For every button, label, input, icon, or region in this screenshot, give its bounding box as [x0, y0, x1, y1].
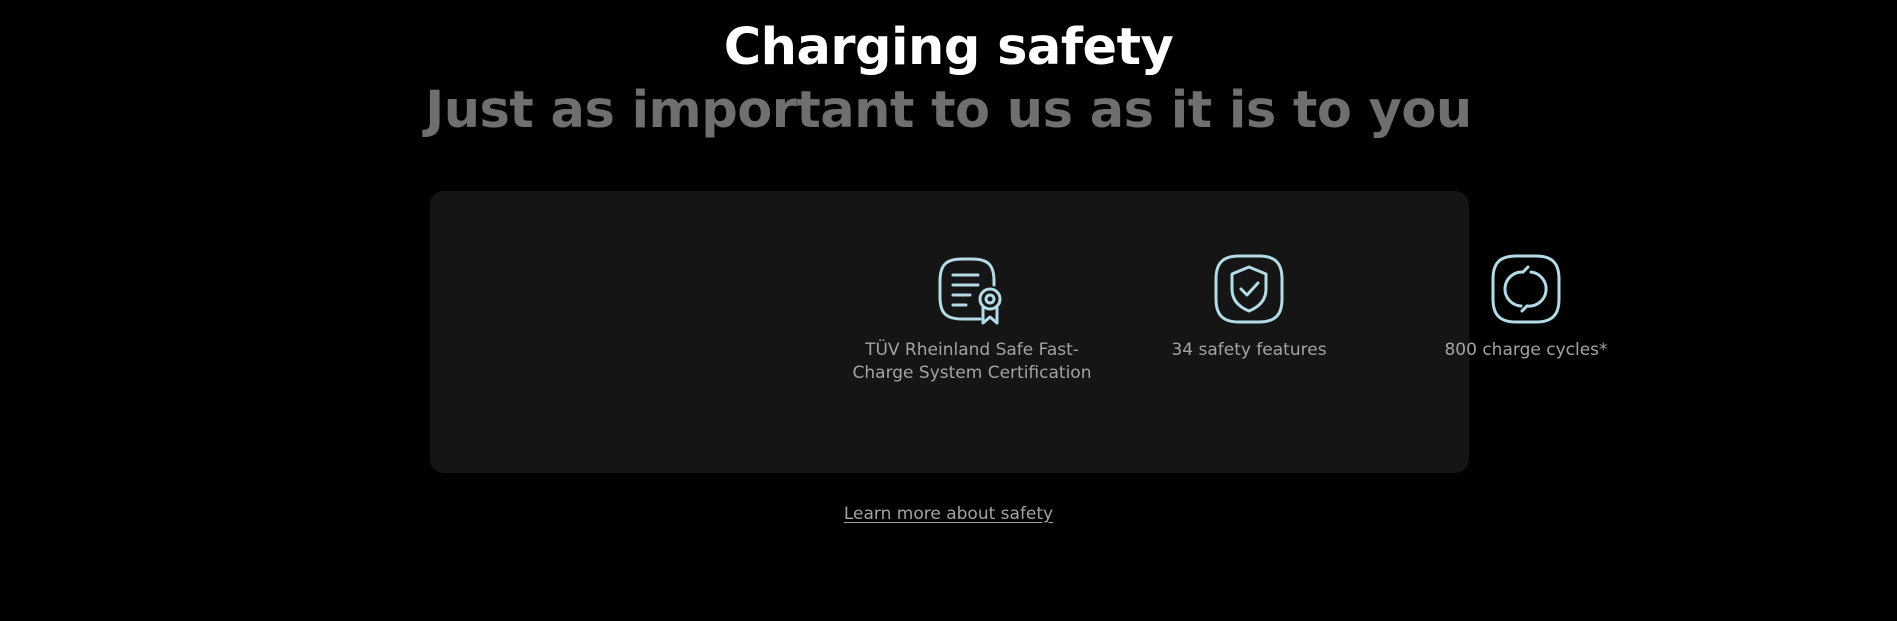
section-title: Charging safety — [723, 18, 1174, 77]
learn-more-link[interactable]: Learn more about safety — [844, 504, 1053, 524]
feature-label: 34 safety features — [1171, 340, 1327, 360]
certificate-ribbon-icon — [936, 253, 1008, 325]
feature-label: 800 charge cycles* — [1444, 340, 1608, 360]
feature-cycles: 800 charge cycles* — [1396, 191, 1656, 473]
section-subtitle: Just as important to us as it is to you — [425, 81, 1472, 140]
charge-cycle-icon — [1490, 253, 1562, 325]
shield-check-icon — [1213, 253, 1285, 325]
feature-certification: TÜV Rheinland Safe Fast-Charge System Ce… — [842, 191, 1102, 473]
safety-features-card: TÜV Rheinland Safe Fast-Charge System Ce… — [430, 191, 1608, 473]
feature-safety: 34 safety features — [1119, 191, 1379, 473]
feature-label: TÜV Rheinland Safe Fast-Charge System Ce… — [852, 340, 1092, 383]
